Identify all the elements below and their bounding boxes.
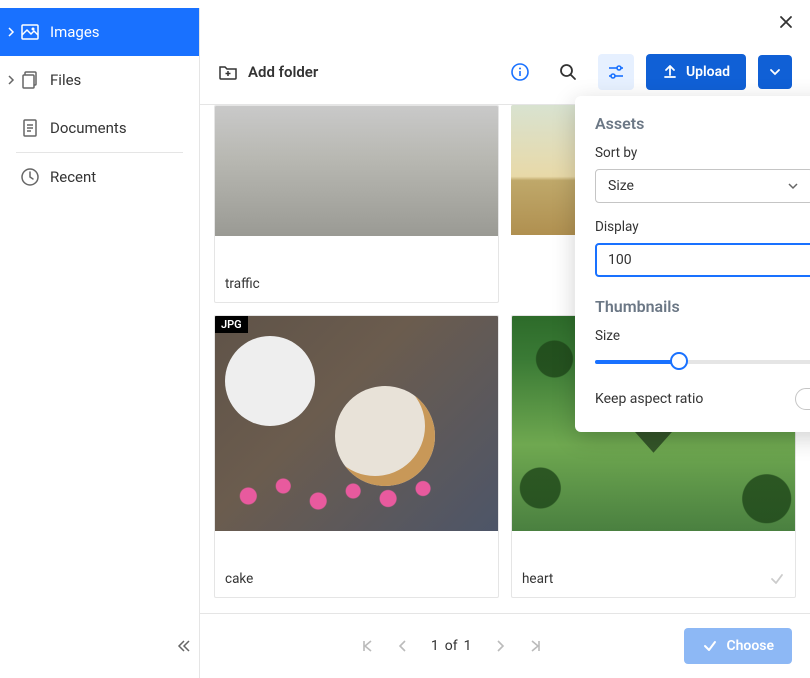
sidebar-item-label: Documents — [50, 119, 127, 137]
pager-first-button[interactable] — [359, 638, 375, 654]
sliders-icon — [606, 62, 626, 82]
aspect-ratio-toggle[interactable] — [795, 388, 810, 410]
sidebar-item-recent[interactable]: Recent — [0, 153, 199, 201]
chevron-right-icon — [6, 75, 16, 85]
pager-total: 1 — [464, 638, 472, 654]
sidebar-item-files[interactable]: Files — [0, 56, 199, 104]
collapse-sidebar-button[interactable] — [176, 638, 192, 654]
chevron-down-icon — [786, 179, 800, 193]
slider-fill — [595, 360, 679, 364]
add-folder-label: Add folder — [248, 63, 318, 81]
aspect-ratio-label: Keep aspect ratio — [595, 391, 703, 407]
filter-settings-button[interactable] — [598, 54, 634, 90]
pager-current: 1 — [431, 638, 439, 654]
display-select[interactable]: 100 — [595, 243, 810, 277]
sort-by-select[interactable]: Size — [595, 169, 810, 203]
asset-card[interactable]: traffic — [214, 105, 499, 303]
choose-button[interactable]: Choose — [684, 628, 792, 664]
footer: 1 of 1 Choose — [200, 613, 810, 678]
view-options-popover: Assets Sort by Size Display 100 — [575, 96, 810, 432]
chevron-last-icon — [528, 638, 544, 654]
info-icon — [510, 62, 530, 82]
sidebar-item-documents[interactable]: Documents — [0, 104, 199, 152]
display-label: Display — [595, 219, 810, 235]
sidebar-item-images[interactable]: Images — [0, 8, 199, 56]
upload-button[interactable]: Upload — [646, 54, 746, 90]
pager-last-button[interactable] — [528, 638, 544, 654]
thumbnail-size-label: Size — [595, 328, 810, 344]
asset-thumbnail — [215, 316, 498, 531]
close-icon — [778, 14, 794, 30]
thumbnail-size-slider[interactable] — [595, 352, 810, 372]
files-icon — [20, 70, 40, 90]
choose-label: Choose — [726, 638, 774, 654]
asset-name: cake — [225, 571, 253, 587]
pager: 1 of 1 — [359, 638, 544, 654]
asset-thumbnail — [215, 106, 498, 236]
chevron-left-icon — [395, 638, 411, 654]
asset-name: traffic — [225, 276, 260, 292]
sidebar: Images Files Documents Recent — [0, 8, 200, 678]
chevron-down-icon — [768, 65, 782, 79]
document-icon — [20, 118, 40, 138]
chevron-first-icon — [359, 638, 375, 654]
sidebar-item-label: Images — [50, 23, 100, 41]
pager-of: of — [445, 638, 458, 654]
pager-next-button[interactable] — [492, 638, 508, 654]
image-icon — [20, 22, 40, 42]
upload-dropdown-button[interactable] — [758, 55, 792, 89]
sidebar-item-label: Files — [50, 71, 81, 89]
add-folder-icon — [218, 62, 238, 82]
clock-icon — [20, 167, 40, 187]
chevron-right-icon — [6, 27, 16, 37]
sort-by-value: Size — [608, 178, 634, 194]
check-icon — [702, 638, 718, 654]
pager-prev-button[interactable] — [395, 638, 411, 654]
display-value: 100 — [608, 252, 632, 268]
asset-badge: JPG — [215, 316, 248, 333]
sidebar-item-label: Recent — [50, 168, 96, 186]
upload-icon — [662, 64, 678, 80]
sort-by-label: Sort by — [595, 145, 810, 161]
asset-name: heart — [522, 571, 553, 587]
close-button[interactable] — [778, 14, 794, 30]
pager-text: 1 of 1 — [431, 638, 472, 654]
asset-card[interactable]: JPG cake — [214, 315, 499, 598]
add-folder-button[interactable]: Add folder — [218, 62, 318, 82]
search-button[interactable] — [550, 54, 586, 90]
chevron-right-icon — [492, 638, 508, 654]
search-icon — [558, 62, 578, 82]
chevron-double-left-icon — [176, 638, 192, 654]
popover-thumbnails-title: Thumbnails — [595, 297, 810, 316]
upload-label: Upload — [686, 64, 730, 80]
info-button[interactable] — [502, 54, 538, 90]
check-icon — [769, 571, 785, 587]
popover-assets-title: Assets — [595, 114, 810, 133]
slider-thumb[interactable] — [670, 352, 688, 370]
